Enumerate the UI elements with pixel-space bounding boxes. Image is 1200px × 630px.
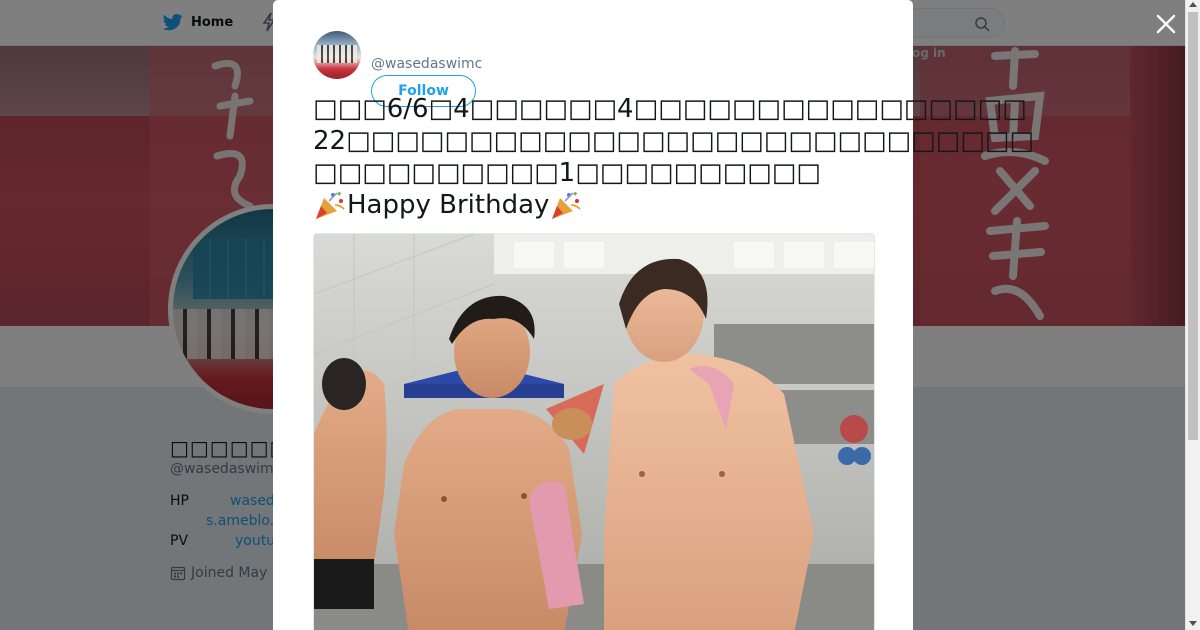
close-icon[interactable] xyxy=(1153,11,1179,37)
scroll-thumb[interactable] xyxy=(1188,12,1198,440)
scroll-up-arrow-icon[interactable] xyxy=(1189,2,1197,7)
tweet-line-2: 22□□□□□□□□□□□□□□□□□□□□□□□□□□□□ xyxy=(313,126,1034,156)
page-scrollbar[interactable] xyxy=(1185,0,1200,630)
scroll-down-arrow-icon[interactable] xyxy=(1189,621,1197,626)
tweet-line-1: □□□6/6□4□□□□□□4□□□□□□□□□□□□□□□□ xyxy=(313,94,1027,124)
tweet-author-handle[interactable]: @wasedaswimc xyxy=(371,56,482,72)
tweet-modal: @wasedaswimc Follow □□□6/6□4□□□□□□4□□□□□… xyxy=(273,0,1034,630)
tweet-text: □□□6/6□4□□□□□□4□□□□□□□□□□□□□□□□ 22□□□□□□… xyxy=(313,93,1034,221)
tweet-photo[interactable] xyxy=(313,233,875,630)
tweet-photo-image xyxy=(314,234,874,630)
party-popper-icon xyxy=(552,191,581,219)
tweet-author-avatar[interactable] xyxy=(313,31,361,79)
party-popper-icon xyxy=(316,191,345,219)
tweet-line-4: Happy Brithday xyxy=(313,189,883,221)
tweet-line-4-text: Happy Brithday xyxy=(347,190,550,220)
tweet-line-3: □□□□□□□□□□1□□□□□□□□□□ xyxy=(313,158,821,188)
